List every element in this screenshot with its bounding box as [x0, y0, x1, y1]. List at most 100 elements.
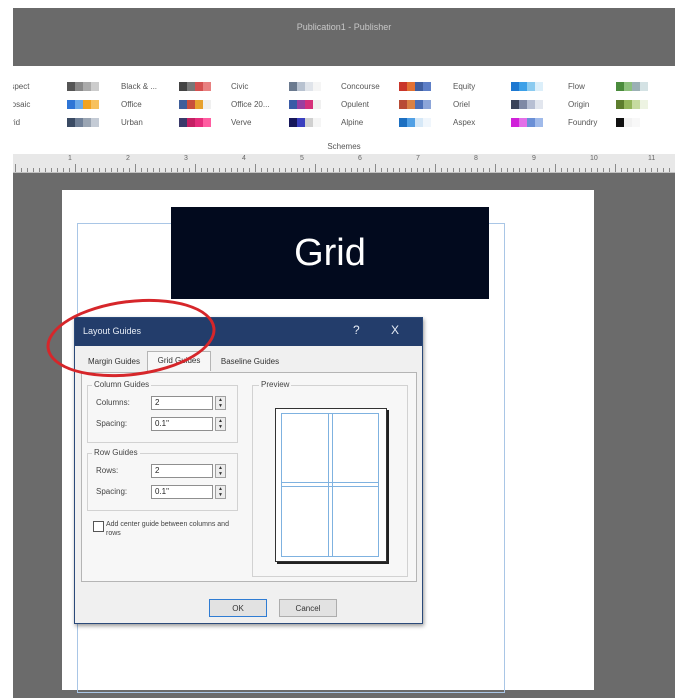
column-guides-label: Column Guides — [92, 380, 152, 389]
ruler-tick — [567, 168, 568, 172]
ruler-tick — [171, 168, 172, 172]
scheme-item[interactable]: Alpine — [341, 116, 435, 130]
scheme-item[interactable]: Urban — [121, 116, 215, 130]
ruler-tick — [57, 168, 58, 172]
scheme-item[interactable]: Civic — [231, 80, 325, 94]
scheme-item[interactable]: Flow — [568, 80, 652, 94]
scheme-item[interactable]: Office — [121, 98, 215, 112]
horizontal-ruler[interactable]: 1 2 3 4 5 6 7 8 9 10 11 — [13, 154, 675, 173]
swatch-color — [399, 82, 407, 91]
ruler-tick — [645, 168, 646, 172]
scheme-item[interactable]: Foundry — [568, 116, 652, 130]
grid-heading-text: Grid — [294, 231, 366, 274]
row-spacing-spinner[interactable]: ▲ ▼ — [215, 485, 226, 499]
ruler-tick — [369, 168, 370, 172]
preview-guide-bottom — [281, 556, 379, 557]
ruler-tick — [573, 168, 574, 172]
center-guide-checkbox[interactable] — [93, 521, 104, 532]
swatch-color — [423, 82, 431, 91]
scheme-item[interactable]: Oriel — [453, 98, 547, 112]
scheme-swatch — [67, 82, 99, 91]
swatch-color — [195, 82, 203, 91]
ruler-tick — [93, 168, 94, 172]
scheme-item[interactable]: Mosaic — [13, 98, 101, 112]
scheme-item[interactable]: Black & ... — [121, 80, 215, 94]
scheme-item[interactable]: Origin — [568, 98, 652, 112]
ruler-tick — [507, 168, 508, 172]
scheme-swatch — [399, 82, 431, 91]
swatch-color — [535, 82, 543, 91]
swatch-color — [305, 100, 313, 109]
center-guide-label: Add center guide between columns and row… — [106, 521, 229, 537]
scheme-name: Aspex — [453, 118, 476, 127]
ruler-tick — [633, 168, 634, 172]
column-guides-group: Column Guides Columns: 2 ▲ ▼ Spacing: 0.1… — [87, 380, 238, 443]
ruler-tick — [273, 168, 274, 172]
scheme-swatch — [616, 118, 648, 127]
preview-label: Preview — [259, 380, 292, 389]
swatch-color — [75, 100, 83, 109]
close-icon[interactable]: X — [391, 323, 399, 337]
scheme-item[interactable]: Opulent — [341, 98, 435, 112]
swatch-color — [67, 100, 75, 109]
rows-spinner[interactable]: ▲ ▼ — [215, 464, 226, 478]
swatch-color — [313, 100, 321, 109]
ribbon-schemes-panel: Aspect Mosaic Grid Black & ... Office Urban Ci… — [13, 66, 675, 154]
swatch-color — [632, 100, 640, 109]
ruler-tick — [393, 168, 394, 172]
swatch-color — [187, 82, 195, 91]
scheme-name: Verve — [231, 118, 252, 127]
scheme-item[interactable]: Equity — [453, 80, 547, 94]
ruler-number: 4 — [242, 155, 246, 162]
ruler-tick — [105, 168, 106, 172]
schemes-group-label: Schemes — [327, 142, 361, 151]
ruler-tick — [561, 168, 562, 172]
grid-heading-box[interactable]: Grid — [171, 207, 489, 299]
ruler-tick — [489, 168, 490, 172]
scheme-name: Urban — [121, 118, 143, 127]
scheme-item[interactable]: Concourse — [341, 80, 435, 94]
scheme-item[interactable]: Verve — [231, 116, 325, 130]
column-spacing-label: Spacing: — [96, 419, 128, 428]
ruler-tick — [297, 168, 298, 172]
preview-group: Preview — [252, 380, 408, 577]
column-spacing-spinner[interactable]: ▲ ▼ — [215, 417, 226, 431]
scheme-swatch — [179, 100, 211, 109]
scheme-item[interactable]: Aspex — [453, 116, 547, 130]
scheme-item[interactable]: Office 20... — [231, 98, 325, 112]
ok-button[interactable]: OK — [209, 599, 267, 617]
scheme-swatch — [616, 100, 648, 109]
ruler-tick — [441, 168, 442, 172]
rows-input[interactable]: 2 — [151, 464, 213, 478]
tab-baseline-guides[interactable]: Baseline Guides — [211, 353, 289, 370]
ruler-tick — [537, 168, 538, 172]
ruler-tick — [51, 168, 52, 172]
swatch-color — [289, 82, 297, 91]
scheme-name: Equity — [453, 82, 476, 91]
ruler-tick — [423, 168, 424, 172]
ruler-tick — [63, 168, 64, 172]
scheme-swatch — [511, 100, 543, 109]
scheme-item[interactable]: Aspect — [13, 80, 101, 94]
ruler-tick — [69, 168, 70, 172]
cancel-button[interactable]: Cancel — [279, 599, 337, 617]
help-icon[interactable]: ? — [353, 323, 360, 337]
swatch-color — [297, 118, 305, 127]
row-spacing-input[interactable]: 0.1" — [151, 485, 213, 499]
swatch-color — [91, 100, 99, 109]
scheme-item[interactable]: Grid — [13, 116, 101, 130]
swatch-color — [616, 100, 624, 109]
columns-spinner[interactable]: ▲ ▼ — [215, 396, 226, 410]
ruler-tick — [327, 168, 328, 172]
ruler-tick — [27, 168, 28, 172]
ruler-tick — [81, 168, 82, 172]
ruler-tick — [213, 168, 214, 172]
ruler-tick — [609, 168, 610, 172]
swatch-color — [195, 118, 203, 127]
ruler-tick — [351, 168, 352, 172]
column-spacing-input[interactable]: 0.1" — [151, 417, 213, 431]
columns-input[interactable]: 2 — [151, 396, 213, 410]
ruler-tick — [513, 168, 514, 172]
swatch-color — [511, 82, 519, 91]
ruler-number: 10 — [590, 155, 598, 162]
